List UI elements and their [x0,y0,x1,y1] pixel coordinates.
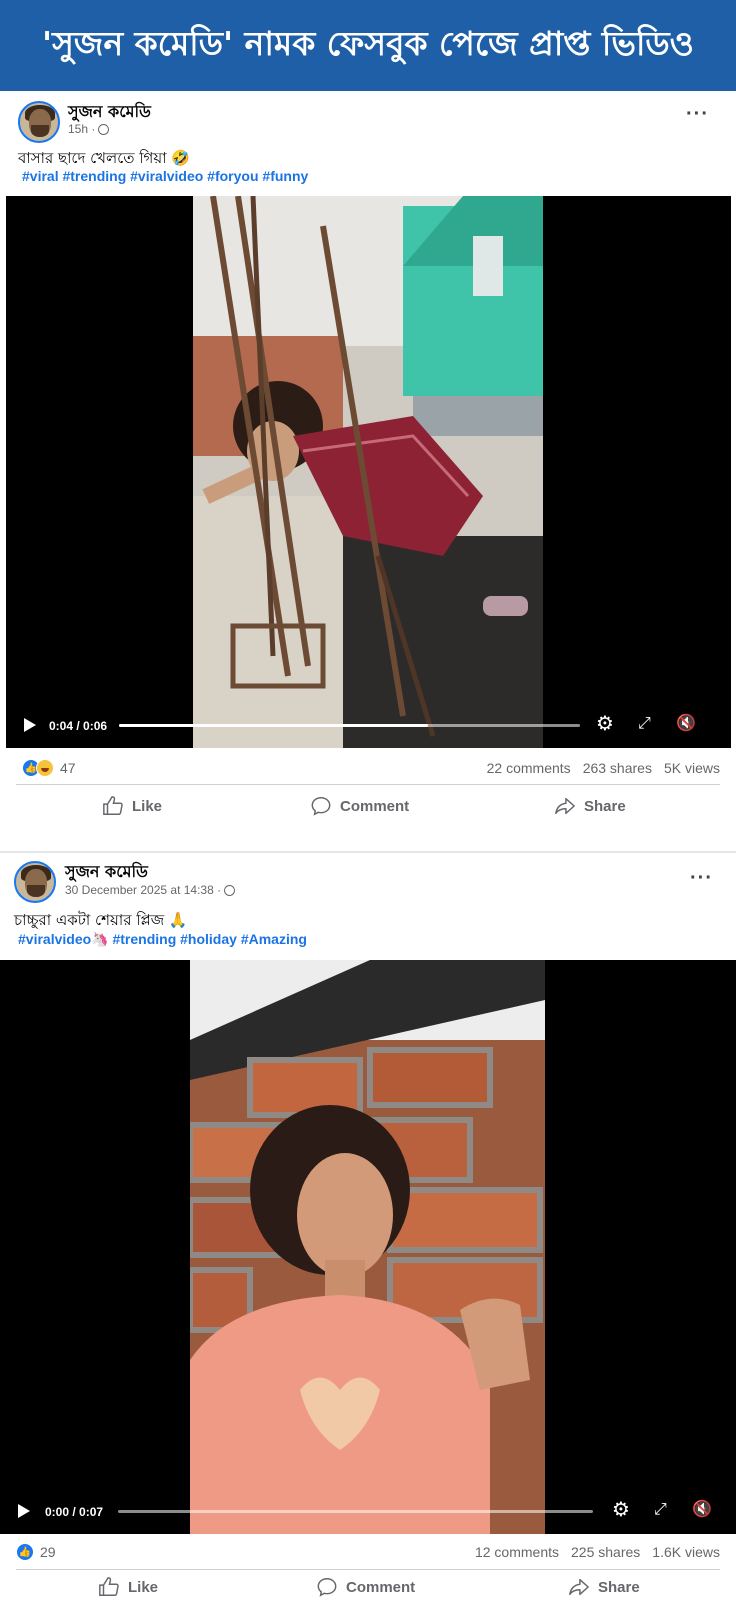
avatar[interactable] [14,861,56,903]
fullscreen-icon[interactable]: ⤢ [638,714,651,734]
post-stats: 👍 47 22 comments 263 shares 5K views [0,754,736,784]
share-icon [555,797,575,815]
settings-icon[interactable]: ⚙ [596,714,614,734]
share-icon [569,1578,589,1596]
play-icon[interactable] [24,718,36,732]
reactions[interactable]: 👍 47 [22,759,76,777]
post-1: সুজন কমেডি 15h · ··· বাসার ছাদে খেলতে গি… [0,91,736,851]
post-time: 15h · [68,122,110,136]
post-time: 30 December 2025 at 14:38 · [65,883,236,897]
shares-count[interactable]: 263 shares [583,760,652,776]
globe-icon [98,123,110,135]
views-count: 5K views [663,760,720,776]
post-stats: 👍 29 12 comments 225 shares 1.6K views [0,1538,736,1568]
like-button[interactable]: Like [98,1576,158,1598]
more-options-icon[interactable]: ··· [686,103,709,126]
settings-icon[interactable]: ⚙ [612,1500,630,1520]
post-header: সুজন কমেডি 15h · ··· [0,91,736,143]
comments-count[interactable]: 12 comments [475,1544,559,1560]
divider [16,1569,720,1570]
mute-icon[interactable]: 🔇 [692,1500,712,1520]
reaction-count: 29 [40,1544,56,1560]
post-hashtags[interactable]: #viralvideo🦄 #trending #holiday #Amazing [18,931,307,948]
shares-count[interactable]: 225 shares [571,1544,640,1560]
share-button[interactable]: Share [568,1576,640,1598]
fullscreen-icon[interactable]: ⤢ [654,1500,667,1520]
like-icon [103,796,123,815]
views-count: 1.6K views [652,1544,720,1560]
video-controls: 0:00 / 0:07 ⚙ ⤢ 🔇 [0,1488,736,1534]
share-button[interactable]: Share [554,795,626,817]
haha-reaction-icon [36,759,54,777]
post-actions: Like Comment Share [0,788,736,824]
play-icon[interactable] [18,1504,30,1518]
comment-icon [311,797,331,816]
video-progress-bar[interactable] [119,724,580,727]
comment-button[interactable]: Comment [316,1576,415,1598]
reaction-count: 47 [60,760,76,776]
more-options-icon[interactable]: ··· [690,867,713,890]
video-player[interactable]: 0:00 / 0:07 ⚙ ⤢ 🔇 [0,960,736,1534]
globe-icon [224,884,236,896]
mute-icon[interactable]: 🔇 [676,714,696,734]
page-name[interactable]: সুজন কমেডি [65,859,148,886]
comment-icon [317,1578,337,1597]
like-button[interactable]: Like [102,795,162,817]
video-frame [190,960,545,1534]
video-time: 0:00 / 0:07 [45,1505,104,1519]
video-progress-bar[interactable] [118,1510,593,1513]
like-icon [99,1577,119,1596]
reactions[interactable]: 👍 29 [16,1543,56,1561]
video-frame [193,196,543,748]
video-player[interactable]: 0:04 / 0:06 ⚙ ⤢ 🔇 [6,196,731,748]
post-2: সুজন কমেডি 30 December 2025 at 14:38 · ·… [0,853,736,1600]
post-actions: Like Comment Share [0,1571,736,1600]
post-hashtags[interactable]: #viral #trending #viralvideo #foryou #fu… [22,168,308,184]
post-header: সুজন কমেডি 30 December 2025 at 14:38 · ·… [0,853,736,905]
divider [16,784,720,785]
banner-title: 'সুজন কমেডি' নামক ফেসবুক পেজে প্রাপ্ত ভি… [0,0,736,91]
video-time: 0:04 / 0:06 [49,719,108,733]
comment-button[interactable]: Comment [310,795,409,817]
avatar[interactable] [18,101,60,143]
video-controls: 0:04 / 0:06 ⚙ ⤢ 🔇 [6,702,731,748]
comments-count[interactable]: 22 comments [487,760,571,776]
like-reaction-icon: 👍 [16,1543,34,1561]
